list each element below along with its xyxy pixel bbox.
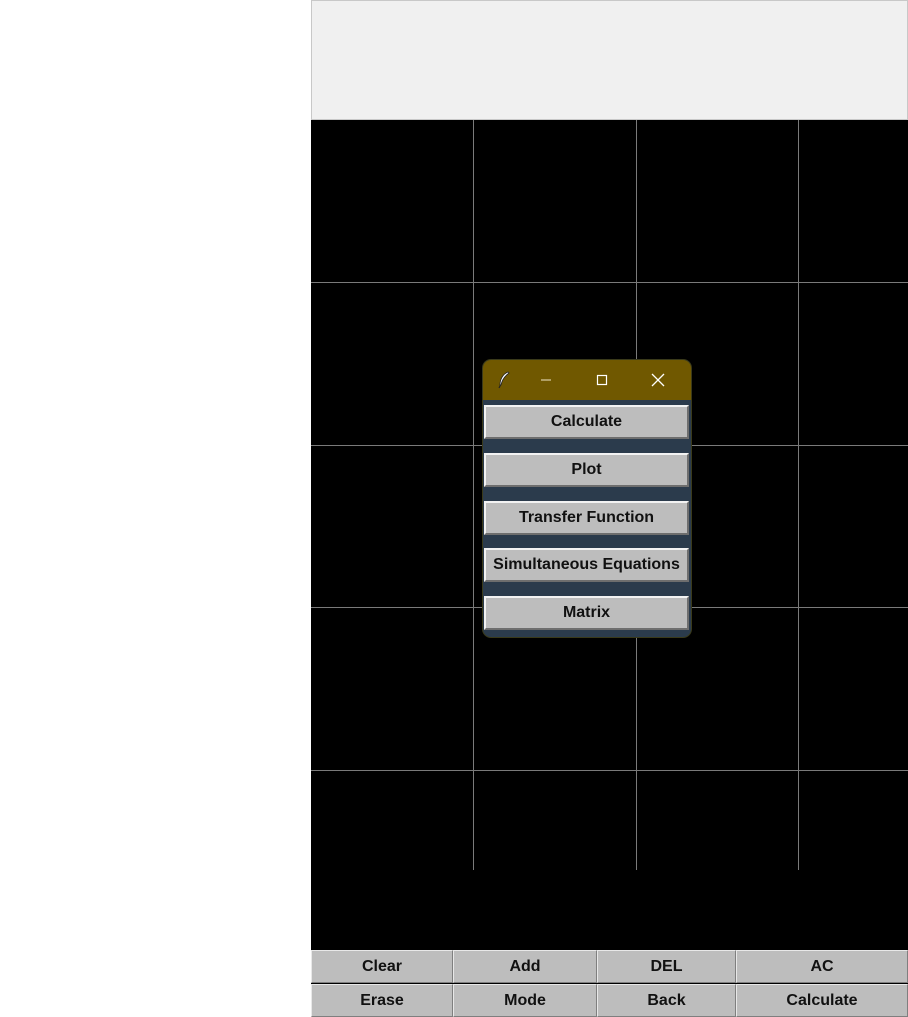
clear-button[interactable]: Clear xyxy=(311,950,453,983)
mode-button[interactable]: Mode xyxy=(453,984,597,1017)
transfer-function-mode-button[interactable]: Transfer Function xyxy=(484,501,689,535)
close-icon[interactable] xyxy=(635,360,681,400)
grid-line-vertical xyxy=(798,120,799,870)
grid-line-vertical xyxy=(473,120,474,870)
del-button[interactable]: DEL xyxy=(597,950,736,983)
grid-line-horizontal xyxy=(311,770,908,771)
grid-line-horizontal xyxy=(311,282,908,283)
calculate-button[interactable]: Calculate xyxy=(736,984,908,1017)
minimize-icon[interactable] xyxy=(523,360,569,400)
expression-display[interactable] xyxy=(311,0,908,120)
back-button[interactable]: Back xyxy=(597,984,736,1017)
matrix-mode-button[interactable]: Matrix xyxy=(484,596,689,630)
add-button[interactable]: Add xyxy=(453,950,597,983)
maximize-icon[interactable] xyxy=(579,360,625,400)
plot-mode-button[interactable]: Plot xyxy=(484,453,689,487)
erase-button[interactable]: Erase xyxy=(311,984,453,1017)
feather-icon xyxy=(484,360,524,400)
ac-button[interactable]: AC xyxy=(736,950,908,983)
simultaneous-equations-mode-button[interactable]: Simultaneous Equations xyxy=(484,548,689,582)
calculate-mode-button[interactable]: Calculate xyxy=(484,405,689,439)
window-titlebar[interactable] xyxy=(483,360,691,400)
mode-select-window: Calculate Plot Transfer Function Simulta… xyxy=(483,360,691,637)
keypad: Clear Add DEL AC Erase Mode Back Calcula… xyxy=(311,950,908,1017)
